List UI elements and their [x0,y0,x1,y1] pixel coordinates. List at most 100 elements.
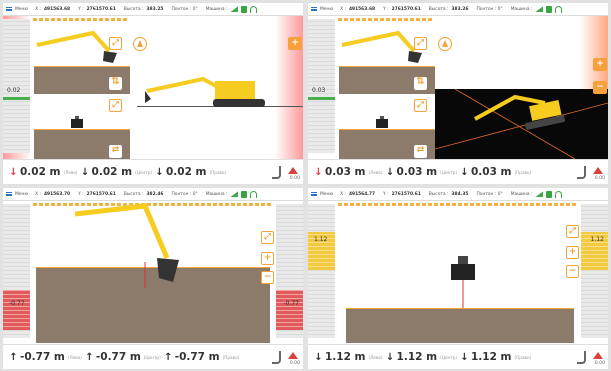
left-measurement: 1.12 m [325,351,366,363]
expand-icon: ⤢ [112,38,119,47]
left-measurement: 0.02 m [20,166,61,178]
status-bar: Меню X : 491563.68 Y : 2761570.61 Высота… [3,3,303,16]
arrow-down-icon: ↓ [80,166,90,178]
arrow-down-icon: ↓ [460,351,469,363]
book-icon[interactable] [241,190,248,198]
arrow-down-icon: ↓ [9,166,18,178]
excavator-icon[interactable] [535,6,544,12]
menu-icon[interactable] [311,7,317,11]
expand-button[interactable]: ⤢ [261,231,274,244]
height-label: Высота : [428,191,449,197]
book-icon[interactable] [546,5,553,13]
guidance-strip [33,18,128,21]
zoom-in-button[interactable]: + [593,58,607,71]
arrow-down-icon: ↓ [385,166,395,178]
warning-triangle-icon[interactable] [593,352,603,359]
menu-icon[interactable] [6,192,12,196]
x-label: X : [35,191,41,197]
expand-button[interactable]: ⤢ [414,37,427,50]
excavator-icon[interactable] [230,191,239,197]
excavator-icon[interactable] [535,191,544,197]
zoom-in-button[interactable]: + [288,37,302,50]
x-value: 491563.68 [43,6,71,12]
hook-icon[interactable] [272,351,281,364]
menu-icon[interactable] [6,7,12,11]
right-label: (Право) [222,354,240,360]
guidance-strip [338,18,433,21]
expand-icon: ⤢ [569,226,576,235]
left-level-value: 0.03 [312,87,326,94]
zoom-in-icon: + [596,59,604,69]
machine-label: Машина : [205,6,228,12]
expand-button[interactable]: ⤢ [109,37,122,50]
warning-triangle-icon[interactable] [288,167,298,174]
zoom-in-icon: + [291,38,299,48]
zoom-in-button[interactable]: + [261,252,274,265]
x-value: 491564.77 [348,191,376,197]
zoom-out-button[interactable]: − [566,265,579,278]
wifi-icon [555,190,563,198]
book-icon[interactable] [241,5,248,13]
left-label: (Лево) [67,354,82,360]
height-value: 384.35 [451,191,469,197]
menu-button[interactable]: Меню [15,7,28,12]
expand-button-2[interactable]: ⤢ [414,99,427,112]
arrow-down-icon: ↓ [385,351,395,363]
boom-arm [75,203,179,288]
left-label: (Лево) [63,169,78,175]
right-measurement: 1.12 m [471,351,512,363]
menu-icon[interactable] [311,192,317,196]
hook-icon[interactable] [577,351,586,364]
swap-horizontal-button[interactable]: ⇄ [109,145,122,158]
machine-label: Машина : [510,191,533,197]
center-measurement: 1.12 m [396,351,438,363]
zoom-in-button[interactable]: + [566,246,579,259]
zoom-out-button[interactable]: − [593,81,607,94]
menu-button[interactable]: Меню [320,192,333,197]
book-icon[interactable] [546,190,553,198]
screenshot-grid: Меню X : 491563.68 Y : 2761570.61 Высота… [0,0,611,371]
expand-icon: ⤢ [417,38,424,47]
center-measurement: -0.77 m [95,351,141,363]
zoom-out-button[interactable]: − [261,271,274,284]
y-label: Y : [383,191,389,197]
measurement-bar: ↓ 1.12 m (Лево) ↓ 1.12 m (Центр) ↓ 1.12 … [308,344,608,369]
right-measurement: 0.02 m [166,166,207,178]
left-cut-band [3,290,30,330]
height-label: Высота : [428,6,449,12]
height-value: 382.46 [146,191,164,197]
left-level-indicator [3,97,30,100]
left-label: (Лево) [368,169,383,175]
left-level-value: 1.12 [314,236,328,243]
swap-horizontal-button[interactable]: ⇄ [414,145,427,158]
right-label: (Право) [514,169,532,175]
wifi-icon [250,190,258,198]
measurement-bar: ↓ 0.02 m (Лево) ↓ 0.02 m (Центр) ↓ 0.02 … [3,159,303,184]
tilt-value: 0.00 [289,176,300,181]
y-value: 2761570.61 [391,6,421,12]
guidance-strip [338,203,578,206]
right-level-value: -0.77 [283,300,299,307]
center-measurement: 0.02 m [91,166,133,178]
hook-icon[interactable] [272,166,281,179]
expand-button[interactable]: ⤢ [566,225,579,238]
left-label: (Лево) [368,354,383,360]
expand-icon: ⤢ [264,232,271,241]
menu-button[interactable]: Меню [15,192,28,197]
compass-icon[interactable] [133,37,147,51]
menu-button[interactable]: Меню [320,7,333,12]
arrow-down-icon: ↓ [155,166,164,178]
warning-triangle-icon[interactable] [593,167,603,174]
left-level-value: -0.77 [9,300,25,307]
warning-triangle-icon[interactable] [288,352,298,359]
hook-icon[interactable] [577,166,586,179]
swap-vertical-button[interactable]: ⇅ [414,77,427,90]
expand-button-2[interactable]: ⤢ [109,99,122,112]
machine-label: Машина : [510,6,533,12]
y-value: 2761570.61 [391,191,421,197]
excavator-icon[interactable] [230,6,239,12]
x-value: 491563.70 [43,191,71,197]
zoom-in-icon: + [263,253,272,263]
swap-vertical-button[interactable]: ⇅ [109,77,122,90]
compass-icon[interactable] [438,37,452,51]
